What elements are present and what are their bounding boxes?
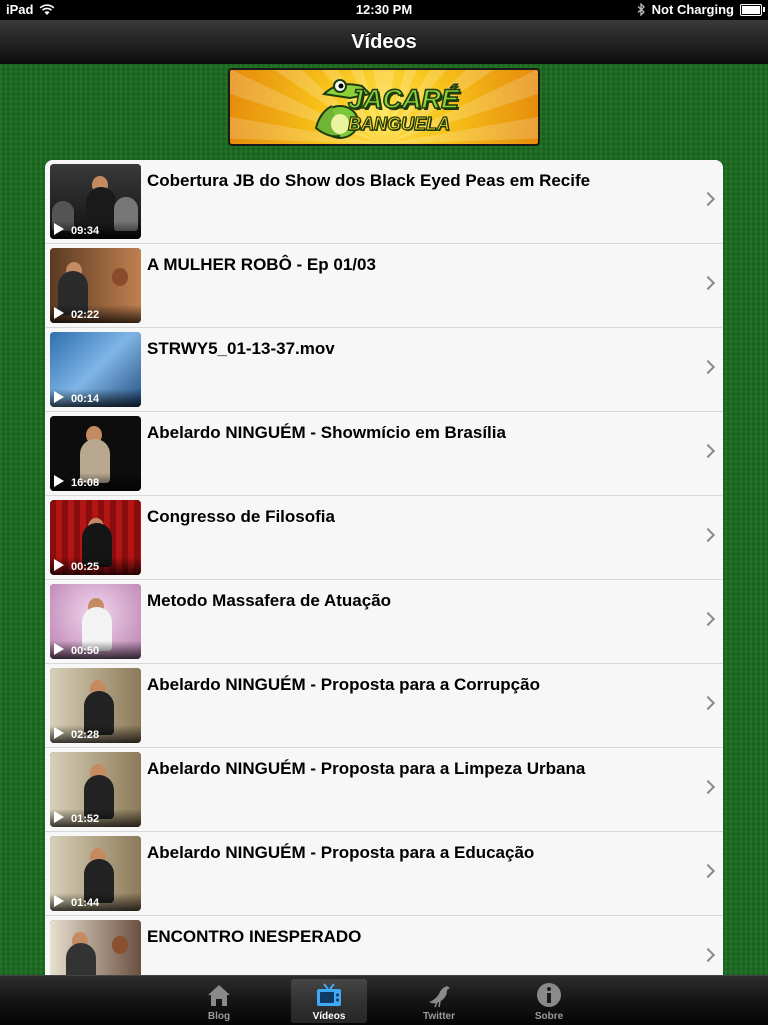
play-icon: [54, 223, 64, 235]
video-thumbnail: 02:22: [50, 248, 141, 323]
video-duration: 01:44: [71, 897, 100, 909]
video-title: Abelardo NINGUÉM - Proposta para a Corru…: [147, 675, 540, 694]
page-title: Vídeos: [351, 31, 417, 53]
video-duration: 09:34: [71, 225, 100, 237]
play-icon: [54, 727, 64, 739]
video-title: Cobertura JB do Show dos Black Eyed Peas…: [147, 171, 591, 190]
brand-banner: JACARÉ BANGUELA: [228, 68, 540, 146]
play-icon: [54, 895, 64, 907]
chevron-right-icon: [700, 359, 716, 375]
video-duration: 02:22: [71, 309, 100, 321]
tab-videos-label: Vídeos: [312, 1011, 346, 1022]
video-duration: 00:25: [71, 561, 100, 573]
video-duration: 02:28: [71, 729, 100, 741]
tab-sobre-label: Sobre: [534, 1011, 564, 1022]
chevron-right-icon: [700, 275, 716, 291]
video-thumbnail: 09:34: [50, 164, 141, 239]
video-thumbnail: 00:50: [50, 584, 141, 659]
bird-icon: [429, 986, 450, 1008]
video-row[interactable]: 00:14 STRWY5_01-13-37.mov: [45, 328, 723, 412]
tab-sobre[interactable]: Sobre: [511, 979, 587, 1023]
home-icon: [208, 985, 230, 1006]
chevron-right-icon: [700, 947, 716, 963]
content-area: JACARÉ BANGUELA 09:34 Cobertura JB do Sh…: [0, 64, 768, 975]
brand-name-line2: BANGUELA: [347, 113, 450, 134]
video-title: Abelardo NINGUÉM - Showmício em Brasília: [147, 423, 506, 442]
tab-bar: Blog Vídeos Twitter Sobre: [0, 975, 768, 1025]
video-title: ENCONTRO INESPERADO: [147, 927, 362, 946]
video-thumbnail: 02:28: [50, 668, 141, 743]
video-row[interactable]: 16:08 Abelardo NINGUÉM - Showmício em Br…: [45, 412, 723, 496]
play-icon: [54, 559, 64, 571]
video-thumbnail: 01:52: [50, 752, 141, 827]
video-row[interactable]: 09:34 Cobertura JB do Show dos Black Eye…: [45, 160, 723, 244]
video-duration: 00:14: [71, 393, 100, 405]
tab-blog-label: Blog: [207, 1011, 231, 1022]
play-icon: [54, 307, 64, 319]
tv-icon: [317, 983, 341, 1006]
video-row[interactable]: 01:52 Abelardo NINGUÉM - Proposta para a…: [45, 748, 723, 832]
video-title: A MULHER ROBÔ - Ep 01/03: [147, 255, 376, 274]
chevron-right-icon: [700, 695, 716, 711]
video-title: Congresso de Filosofia: [147, 507, 335, 526]
chevron-right-icon: [700, 191, 716, 207]
video-row[interactable]: ENCONTRO INESPERADO: [45, 916, 723, 975]
video-duration: 00:50: [71, 645, 100, 657]
video-row[interactable]: 02:22 A MULHER ROBÔ - Ep 01/03: [45, 244, 723, 328]
video-thumbnail: 00:14: [50, 332, 141, 407]
play-icon: [54, 643, 64, 655]
chevron-right-icon: [700, 779, 716, 795]
brand-name-line1: JACARÉ: [347, 83, 460, 115]
video-thumbnail: 01:44: [50, 836, 141, 911]
tab-blog[interactable]: Blog: [181, 979, 257, 1023]
video-duration: 16:08: [71, 477, 100, 489]
tab-twitter-label: Twitter: [422, 1011, 456, 1022]
chevron-right-icon: [700, 443, 716, 459]
video-thumbnail: 00:25: [50, 500, 141, 575]
chevron-right-icon: [700, 863, 716, 879]
info-icon: [537, 983, 561, 1007]
play-icon: [54, 811, 64, 823]
status-bar: iPad 12:30 PM Not Charging: [0, 0, 768, 20]
video-row[interactable]: 01:44 Abelardo NINGUÉM - Proposta para a…: [45, 832, 723, 916]
charge-status: Not Charging: [651, 2, 734, 17]
battery-icon: [740, 3, 765, 16]
play-icon: [54, 475, 64, 487]
video-row[interactable]: 00:50 Metodo Massafera de Atuação: [45, 580, 723, 664]
video-duration: 01:52: [71, 813, 100, 825]
video-thumbnail: [50, 920, 141, 975]
video-thumbnail: 16:08: [50, 416, 141, 491]
video-title: Abelardo NINGUÉM - Proposta para a Educa…: [147, 843, 535, 862]
bluetooth-icon: [637, 3, 645, 16]
tab-twitter[interactable]: Twitter: [401, 979, 477, 1023]
play-icon: [54, 391, 64, 403]
chevron-right-icon: [700, 527, 716, 543]
video-title: Metodo Massafera de Atuação: [147, 591, 392, 610]
video-row[interactable]: 00:25 Congresso de Filosofia: [45, 496, 723, 580]
navigation-bar: Vídeos: [0, 20, 768, 65]
video-list: 09:34 Cobertura JB do Show dos Black Eye…: [45, 160, 723, 975]
chevron-right-icon: [700, 611, 716, 627]
video-title: Abelardo NINGUÉM - Proposta para a Limpe…: [147, 759, 586, 778]
video-title: STRWY5_01-13-37.mov: [147, 339, 335, 358]
tab-videos[interactable]: Vídeos: [291, 979, 367, 1023]
video-row[interactable]: 02:28 Abelardo NINGUÉM - Proposta para a…: [45, 664, 723, 748]
